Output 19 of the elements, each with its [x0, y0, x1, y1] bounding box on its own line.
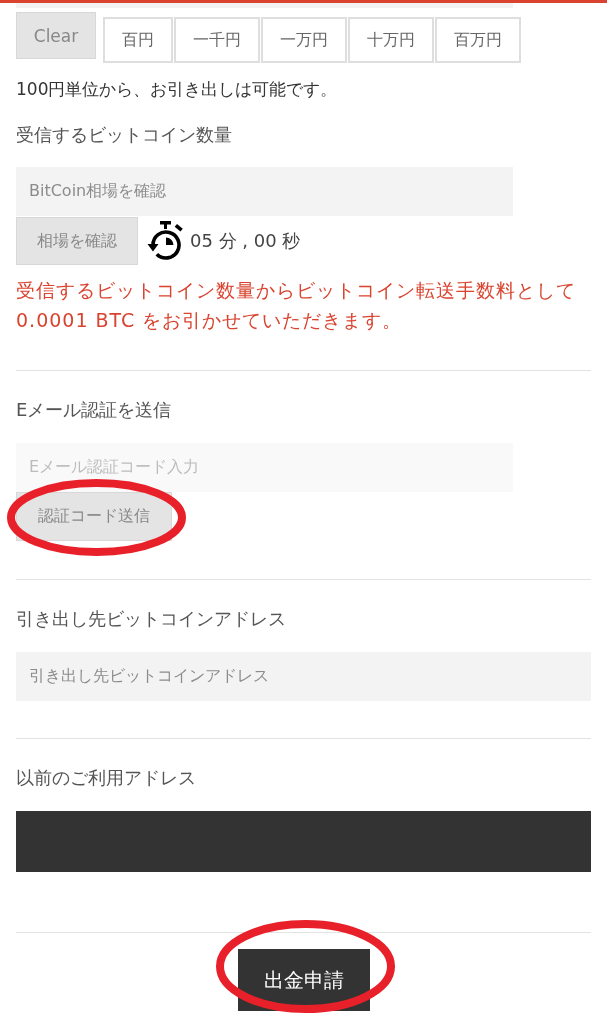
section-heading: Eメール認証を送信: [16, 398, 173, 422]
amount-button[interactable]: 一千円: [174, 17, 260, 63]
amount-button[interactable]: 十万円: [348, 17, 434, 63]
section-heading: 受信するビットコイン数量: [16, 123, 233, 147]
amount-button[interactable]: 一万円: [261, 17, 347, 63]
unit-note: 100円単位から、お引き出しは可能です。: [16, 78, 339, 101]
fee-notice: 受信するビットコイン数量からビットコイン転送手数料として 0.0001 BTC をお引かせていただきます。: [16, 278, 577, 333]
rate-field[interactable]: BitCoin相場を確認: [16, 167, 513, 216]
amount-button[interactable]: 百万円: [435, 17, 521, 63]
input-field[interactable]: [16, 3, 513, 8]
section-heading: 以前のご利用アドレス: [16, 766, 197, 790]
amount-button[interactable]: 百円: [103, 17, 173, 63]
send-code-button[interactable]: 認証コード送信: [16, 492, 172, 541]
address-field[interactable]: 引き出し先ビットコインアドレス: [16, 652, 591, 701]
section-heading: 引き出し先ビットコインアドレス: [16, 607, 287, 631]
countdown-timer: 05 分 , 00 秒: [190, 229, 301, 253]
stopwatch-icon: [146, 221, 184, 261]
check-rate-button[interactable]: 相場を確認: [16, 217, 138, 265]
address-select[interactable]: [16, 811, 591, 872]
